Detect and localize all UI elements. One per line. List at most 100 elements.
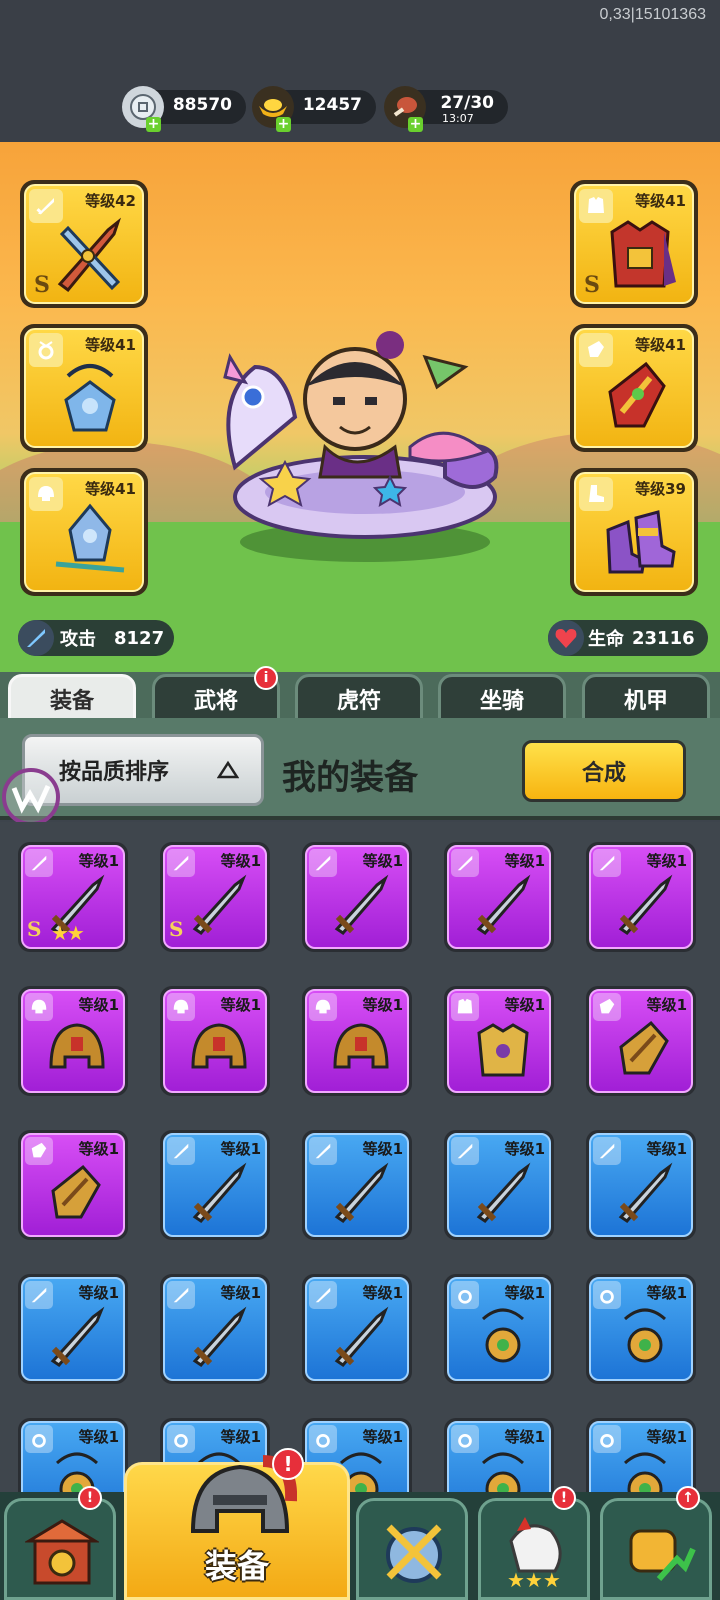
equipment-item[interactable]: 等级1: [444, 1274, 554, 1384]
bracer-art: [51, 1164, 101, 1219]
equip-slot-helmet[interactable]: 等级41: [20, 468, 148, 596]
category-tabs: 装备 武将 i 虎符 坐骑 机甲: [0, 666, 720, 724]
add-stamina-button[interactable]: +: [408, 117, 423, 132]
app-root: 0,33|15101363 + 88570 + 12457 + 27/30 13…: [0, 0, 720, 1600]
nav-battle[interactable]: [356, 1498, 468, 1600]
synthesize-button[interactable]: 合成: [522, 740, 686, 802]
life-value: 23116: [632, 627, 695, 649]
equipment-item[interactable]: 等级1 S ★★: [18, 842, 128, 952]
item-level: 等级1: [78, 852, 119, 870]
stamina-resource[interactable]: + 27/30 13:07: [384, 86, 508, 132]
sword-art: [618, 1162, 673, 1223]
equipment-item[interactable]: 等级1: [586, 986, 696, 1096]
item-level: 等级1: [504, 1428, 545, 1446]
equipment-item[interactable]: 等级1: [302, 842, 412, 952]
add-silver-button[interactable]: +: [146, 117, 161, 132]
crossed-swords-icon: [386, 1524, 442, 1583]
equip-slot-weapon[interactable]: 等级42 S: [20, 180, 148, 308]
sword-art: [476, 874, 531, 935]
slot-level: 等级41: [635, 192, 686, 210]
sword-art: [192, 1162, 247, 1223]
equipment-toolbar: 按品质排序 我的装备 合成: [0, 718, 720, 826]
nav-rooster[interactable]: ★★★: [478, 1498, 590, 1600]
equipment-item[interactable]: 等级1: [302, 1130, 412, 1240]
equipment-item[interactable]: 等级1: [586, 1274, 696, 1384]
hero-stage: 等级42 S 等级41 等级41 等级41 S 等级41 等级39 攻击 812…: [0, 142, 720, 672]
silver-resource[interactable]: + 88570: [122, 86, 246, 132]
item-level: 等级1: [362, 996, 403, 1014]
slot-grade: S: [584, 272, 600, 298]
hat-art: [55, 503, 125, 573]
debug-coordinates: 0,33|15101363: [599, 6, 706, 23]
stamina-value: 27/30: [440, 93, 494, 113]
nav-gate[interactable]: [4, 1498, 116, 1600]
equip-slot-necklace[interactable]: 等级41: [20, 324, 148, 452]
necklace-art: [481, 1452, 525, 1492]
nav-equipment[interactable]: 装备: [124, 1455, 350, 1600]
item-level: 等级1: [504, 1284, 545, 1302]
nav-equipment-badge: !: [272, 1448, 304, 1480]
nav-upgrade[interactable]: [600, 1498, 712, 1600]
overlay-logo-icon[interactable]: [2, 768, 60, 826]
sort-label: 按品质排序: [59, 760, 170, 785]
equipment-item[interactable]: 等级1: [586, 842, 696, 952]
sword-art: [334, 874, 389, 935]
sword-art: [334, 1162, 389, 1223]
equipment-item[interactable]: 等级1 S: [160, 842, 270, 952]
equip-slot-armor[interactable]: 等级41 S: [570, 180, 698, 308]
nav-gate-badge: !: [78, 1486, 102, 1510]
item-level: 等级1: [78, 1428, 119, 1446]
equipment-item[interactable]: 等级1: [302, 986, 412, 1096]
equipment-item[interactable]: 等级1: [444, 1418, 554, 1492]
equipment-item[interactable]: 等级1: [160, 986, 270, 1096]
page-title: 我的装备: [282, 758, 418, 798]
tab-equipment[interactable]: 装备: [8, 674, 136, 724]
bottom-nav: ! 装备 ! ★★★ ! ↑: [0, 1448, 720, 1600]
slot-level: 等级41: [85, 336, 136, 354]
jade-necklace-art: [64, 364, 116, 432]
item-grade: S: [169, 917, 184, 941]
hero-character[interactable]: [205, 327, 515, 557]
item-level: 等级1: [220, 852, 261, 870]
nav-equipment-label: 装备: [204, 1547, 269, 1585]
life-label: 生命: [588, 629, 624, 650]
equipment-item[interactable]: 等级1: [586, 1418, 696, 1492]
item-level: 等级1: [362, 1284, 403, 1302]
item-stars: ★★: [51, 921, 85, 945]
stamina-timer: 13:07: [442, 112, 474, 125]
equip-slot-bracer[interactable]: 等级41: [570, 324, 698, 452]
equipment-item[interactable]: 等级1: [302, 1274, 412, 1384]
equipment-item[interactable]: 等级1: [160, 1130, 270, 1240]
equipment-item[interactable]: 等级1: [444, 842, 554, 952]
svg-text:★★★: ★★★: [507, 1568, 561, 1591]
helmet-art: [191, 1023, 247, 1069]
item-level: 等级1: [362, 1140, 403, 1158]
nav-upgrade-badge: ↑: [676, 1486, 700, 1510]
equipment-item[interactable]: 等级1: [586, 1130, 696, 1240]
equipment-item[interactable]: 等级1: [444, 986, 554, 1096]
item-level: 等级1: [504, 1140, 545, 1158]
equipment-item[interactable]: 等级1: [160, 1274, 270, 1384]
equip-slot-boots[interactable]: 等级39: [570, 468, 698, 596]
equipment-item[interactable]: 等级1: [18, 1130, 128, 1240]
helmet-art: [333, 1023, 389, 1069]
gold-resource[interactable]: + 12457: [252, 86, 376, 132]
tab-mount[interactable]: 坐骑: [438, 674, 566, 724]
silver-value: 88570: [172, 95, 232, 115]
equipment-item[interactable]: 等级1: [18, 986, 128, 1096]
rooster-icon: ★★★: [507, 1517, 562, 1591]
tab-mecha[interactable]: 机甲: [582, 674, 710, 724]
equipment-item[interactable]: 等级1: [18, 1418, 128, 1492]
tab-tiger-tally[interactable]: 虎符: [295, 674, 423, 724]
item-level: 等级1: [220, 1284, 261, 1302]
nav-rooster-badge: !: [552, 1486, 576, 1510]
boots-art: [606, 510, 676, 574]
equipment-item[interactable]: 等级1: [18, 1274, 128, 1384]
sword-art: [57, 217, 122, 293]
equipment-item[interactable]: 等级1: [444, 1130, 554, 1240]
item-level: 等级1: [504, 852, 545, 870]
necklace-art: [623, 1452, 667, 1492]
add-gold-button[interactable]: +: [276, 117, 291, 132]
sword-art: [192, 1306, 247, 1367]
gold-value: 12457: [302, 95, 362, 115]
